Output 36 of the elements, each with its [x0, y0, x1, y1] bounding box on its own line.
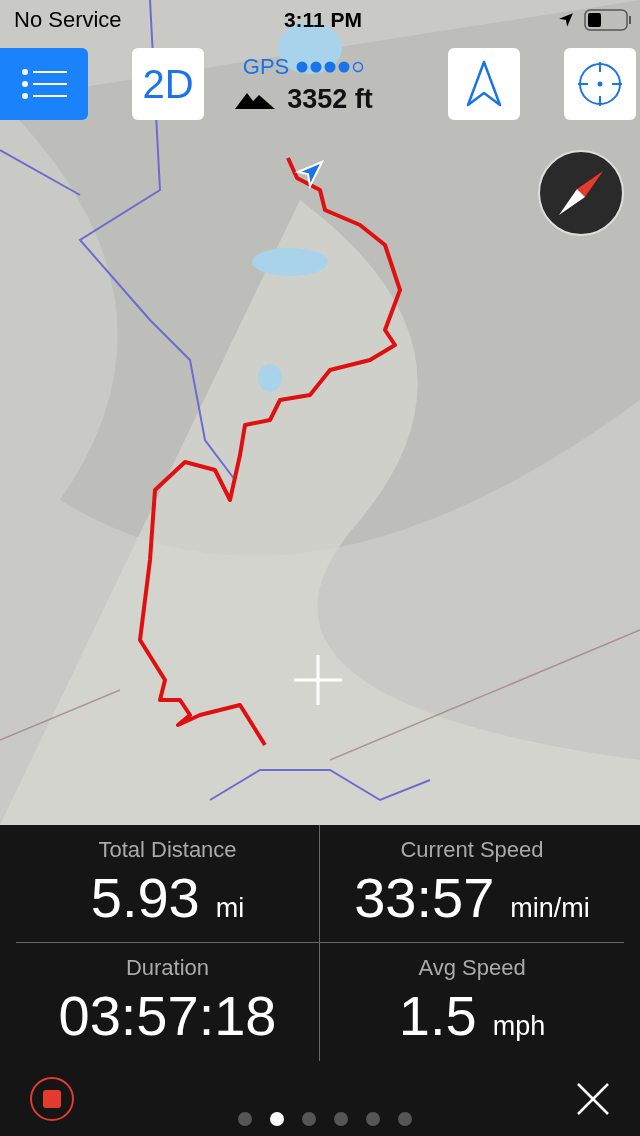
- stat-unit: min/mi: [510, 893, 590, 924]
- battery-icon: [584, 9, 632, 31]
- locate-button[interactable]: [564, 48, 636, 120]
- stat-label: Avg Speed: [418, 955, 526, 981]
- location-arrow-icon: [294, 160, 325, 190]
- page-dot[interactable]: [334, 1111, 348, 1126]
- page-dot[interactable]: [238, 1111, 252, 1126]
- stat-value: 5.93: [90, 865, 200, 930]
- stat-value: 1.5: [398, 983, 477, 1048]
- status-time: 3:11 PM: [283, 8, 363, 32]
- map-mode-button[interactable]: 2D: [132, 48, 204, 120]
- navigation-arrow-button[interactable]: [448, 48, 520, 120]
- page-dot[interactable]: [366, 1111, 380, 1126]
- page-dot[interactable]: [270, 1111, 284, 1126]
- lake: [258, 364, 282, 392]
- location-arrow-icon: [558, 12, 574, 28]
- stat-value: 03:57:18: [58, 983, 277, 1048]
- stat-unit: mph: [492, 1011, 546, 1042]
- map-crosshair: [292, 653, 344, 707]
- stat-label: Current Speed: [400, 837, 544, 863]
- navigation-arrow-icon: [464, 59, 504, 109]
- carrier-label: No Service: [14, 7, 122, 33]
- close-button[interactable]: [576, 1081, 610, 1116]
- list-menu-button[interactable]: [0, 48, 88, 120]
- page-dot[interactable]: [398, 1111, 412, 1126]
- crosshair-icon: [575, 59, 625, 109]
- stat-label: Duration: [125, 955, 210, 981]
- elevation-value: 3352 ft: [287, 83, 373, 115]
- page-dot[interactable]: [302, 1111, 316, 1126]
- stat-label: Total Distance: [98, 837, 237, 863]
- gps-signal-icon: [295, 59, 366, 74]
- stop-recording-button[interactable]: [30, 1076, 74, 1121]
- gps-label: GPS: [242, 53, 290, 80]
- close-icon: [576, 1081, 610, 1116]
- stat-unit: mi: [215, 893, 245, 924]
- stat-value: 33:57: [354, 865, 495, 930]
